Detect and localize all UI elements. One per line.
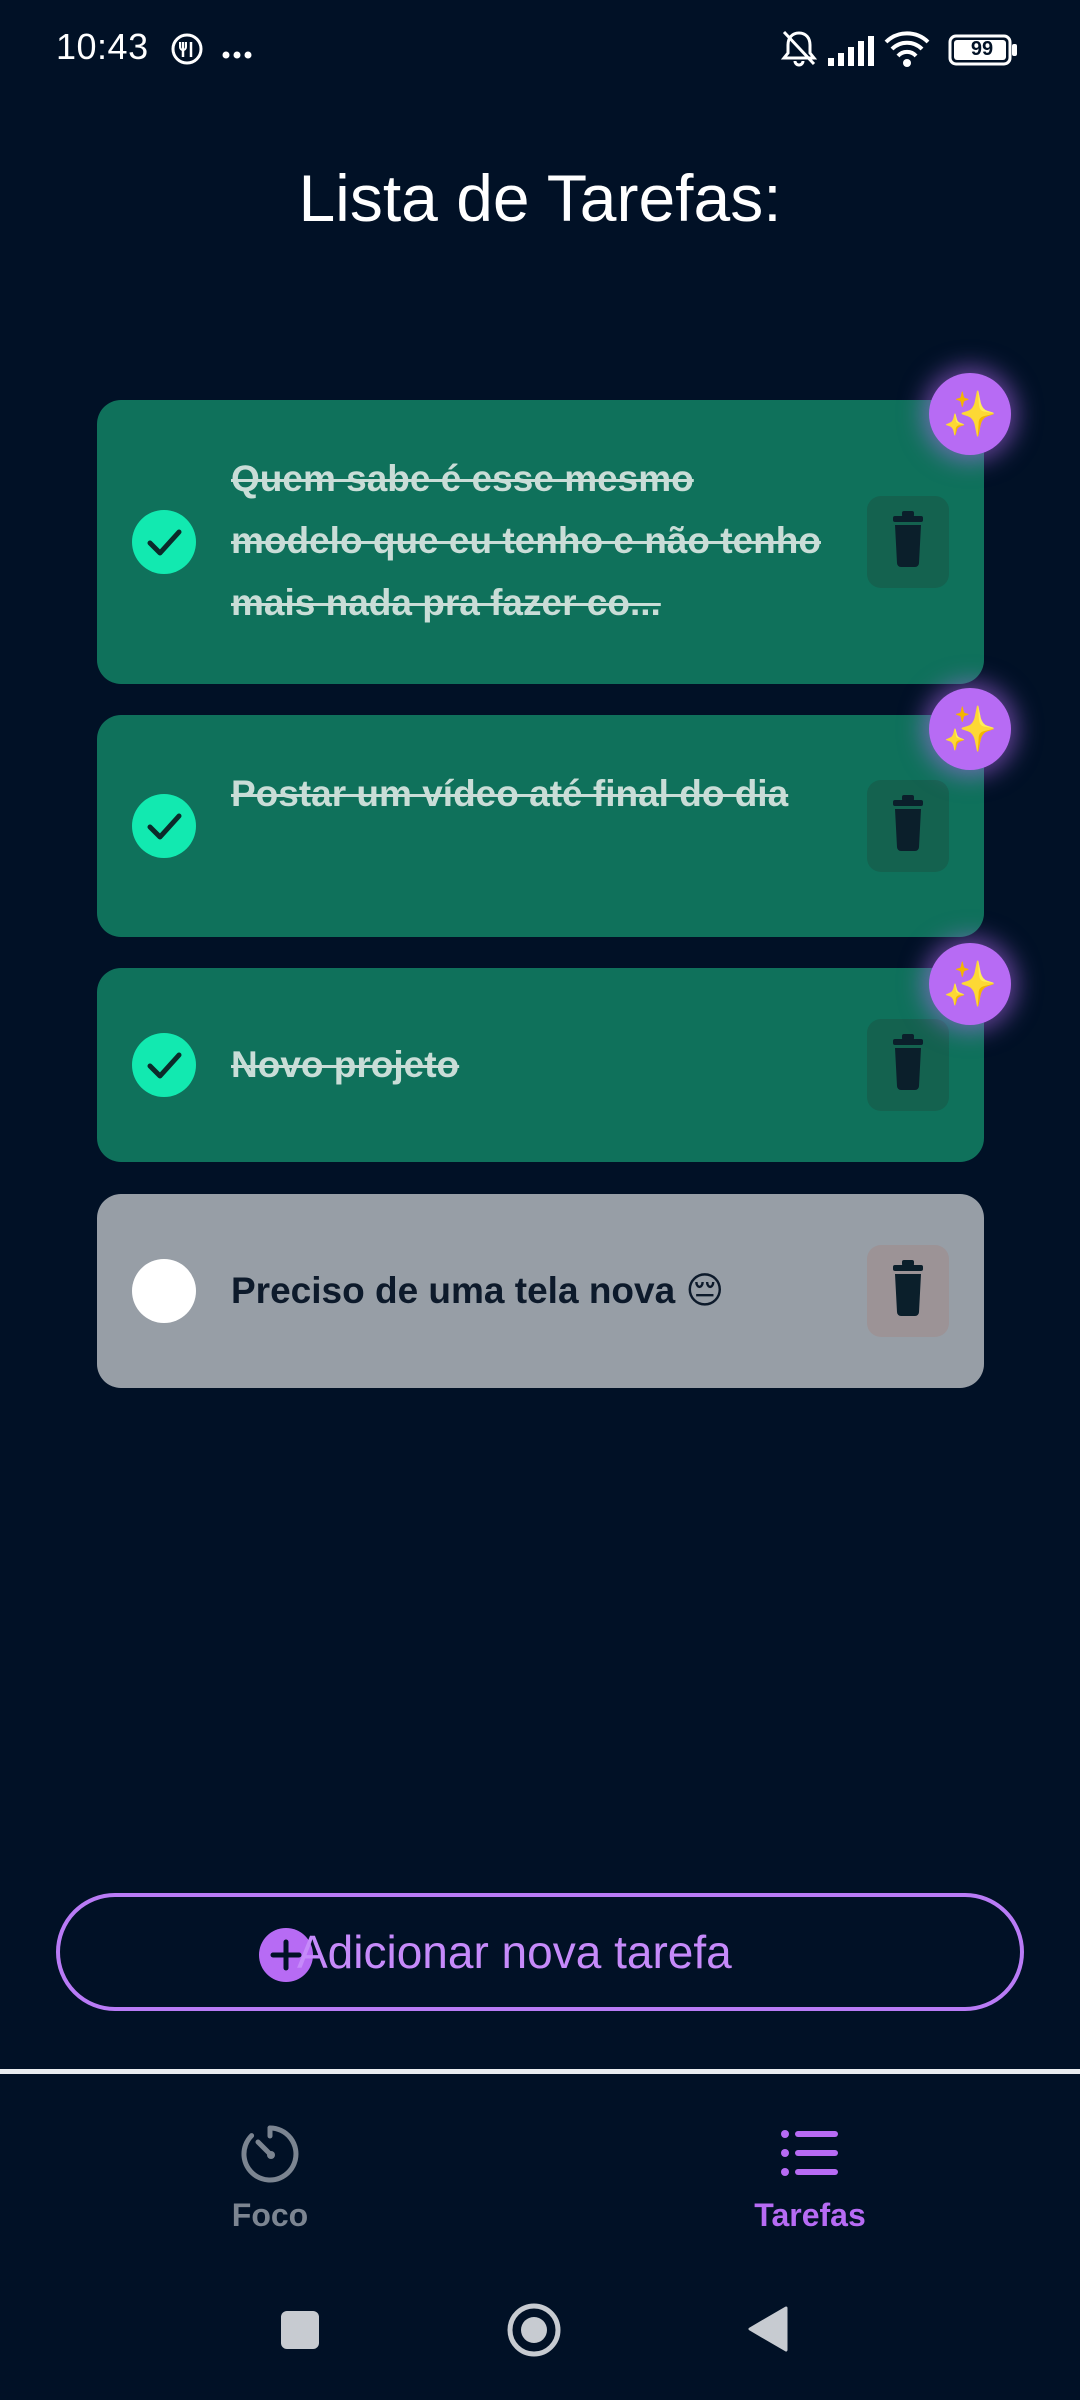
nav-divider	[0, 2069, 1080, 2074]
task-checkbox[interactable]	[132, 1259, 196, 1323]
task-card[interactable]: Preciso de uma tela nova 😔	[97, 1194, 984, 1388]
task-checkbox[interactable]	[132, 510, 196, 574]
sparkle-badge[interactable]: ✨	[929, 373, 1011, 455]
task-card[interactable]: Quem sabe é esse mesmo modelo que eu ten…	[97, 400, 984, 684]
page-title: Lista de Tarefas:	[298, 161, 782, 235]
trash-icon	[893, 1260, 923, 1316]
list-icon	[780, 2128, 840, 2183]
back-button[interactable]	[746, 2305, 790, 2358]
delete-task-button[interactable]	[867, 496, 949, 588]
check-icon	[147, 1052, 182, 1079]
sparkle-icon: ✨	[942, 705, 998, 754]
wifi-icon	[884, 30, 930, 73]
sparkle-badge[interactable]: ✨	[929, 688, 1011, 770]
delete-task-button[interactable]	[867, 1019, 949, 1111]
fork-knife-icon	[170, 32, 204, 71]
task-text: Quem sabe é esse mesmo modelo que eu ten…	[231, 458, 821, 623]
nav-label-foco: Foco	[231, 2197, 309, 2233]
task-text: Preciso de uma tela nova 😔	[231, 1270, 725, 1311]
task-text: Novo projeto	[231, 1044, 460, 1085]
battery-level: 99	[970, 38, 994, 60]
system-nav-bar	[0, 2280, 1080, 2380]
task-card[interactable]: Postar um vídeo até final do dia	[97, 715, 984, 937]
add-task-label: Adicionar nova tarefa	[297, 1926, 732, 1978]
sparkle-icon: ✨	[942, 960, 998, 1009]
trash-icon	[893, 795, 923, 851]
more-dots-icon	[222, 46, 252, 64]
home-button[interactable]	[506, 2302, 562, 2363]
status-time: 10:43	[56, 26, 149, 67]
task-text: Postar um vídeo até final do dia	[231, 773, 789, 814]
bell-off-icon	[780, 28, 818, 73]
nav-label-tarefas: Tarefas	[754, 2197, 866, 2233]
check-icon	[147, 813, 182, 840]
nav-item-tarefas[interactable]: Tarefas	[720, 2110, 900, 2240]
delete-task-button[interactable]	[867, 1245, 949, 1337]
task-checbox[interactable]	[132, 794, 196, 858]
cell-signal-icon	[828, 36, 874, 71]
trash-icon	[893, 1034, 923, 1090]
task-checkbox[interactable]	[132, 1033, 196, 1097]
sparkle-icon: ✨	[942, 390, 998, 439]
nav-item-foco[interactable]: Foco	[180, 2110, 360, 2240]
check-icon	[147, 529, 182, 556]
status-bar: 10:43 99	[0, 0, 1080, 100]
trash-icon	[893, 511, 923, 567]
recents-button[interactable]	[280, 2310, 320, 2355]
timer-icon	[238, 2122, 302, 2191]
delete-task-button[interactable]	[867, 780, 949, 872]
task-card[interactable]: Novo projeto	[97, 968, 984, 1162]
sparkle-badge[interactable]: ✨	[929, 943, 1011, 1025]
